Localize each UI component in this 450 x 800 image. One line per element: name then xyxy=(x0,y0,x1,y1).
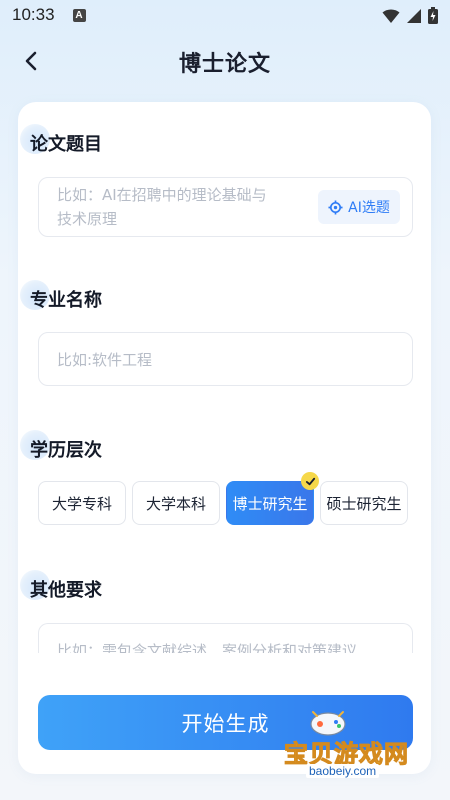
major-heading: 专业名称 xyxy=(20,280,102,312)
watermark: 宝贝游戏网 baobeiy.com xyxy=(284,706,424,781)
thesis-topic-placeholder-line1: 比如：AI在招聘中的理论基础与 xyxy=(57,186,267,204)
ai-topic-button[interactable]: AI选题 xyxy=(318,190,400,224)
level-option-doctorate-label: 博士研究生 xyxy=(232,494,308,513)
target-icon xyxy=(328,199,343,215)
major-placeholder: 比如:软件工程 xyxy=(57,351,153,369)
thesis-topic-heading: 论文题目 xyxy=(20,124,102,156)
other-requirements-input[interactable]: 比如：需包含文献综述、案例分析和对策建议 xyxy=(38,623,413,653)
signal-icon xyxy=(407,8,421,23)
major-input[interactable]: 比如:软件工程 xyxy=(38,332,413,386)
other-requirements-placeholder: 比如：需包含文献综述、案例分析和对策建议 xyxy=(57,642,358,653)
level-option-associate[interactable]: 大学专科 xyxy=(38,481,126,525)
education-level-heading: 学历层次 xyxy=(20,430,102,462)
start-generate-label: 开始生成 xyxy=(181,711,270,736)
status-time: 10:33 xyxy=(12,5,55,24)
check-icon xyxy=(301,472,319,490)
level-option-doctorate[interactable]: 博士研究生 xyxy=(226,472,319,525)
battery-icon xyxy=(428,7,438,24)
other-requirements-heading: 其他要求 xyxy=(20,570,102,602)
wifi-icon xyxy=(382,9,400,23)
status-icons xyxy=(382,7,438,24)
level-option-master[interactable]: 硕士研究生 xyxy=(320,481,408,525)
notification-icon: A xyxy=(72,8,86,22)
level-option-bachelor[interactable]: 大学本科 xyxy=(132,481,220,525)
status-bar: 10:33 A xyxy=(0,0,450,30)
thesis-topic-placeholder-line2: 技术原理 xyxy=(57,210,118,228)
watermark-url: baobeiy.com xyxy=(306,764,380,778)
header: 博士论文 xyxy=(0,36,450,86)
page-title: 博士论文 xyxy=(178,52,271,77)
thesis-topic-input[interactable]: 比如：AI在招聘中的理论基础与 技术原理 AI选题 xyxy=(38,177,413,237)
education-level-options: 大学专科 大学本科 博士研究生 硕士研究生 xyxy=(38,472,408,525)
ai-topic-label: AI选题 xyxy=(348,200,390,216)
